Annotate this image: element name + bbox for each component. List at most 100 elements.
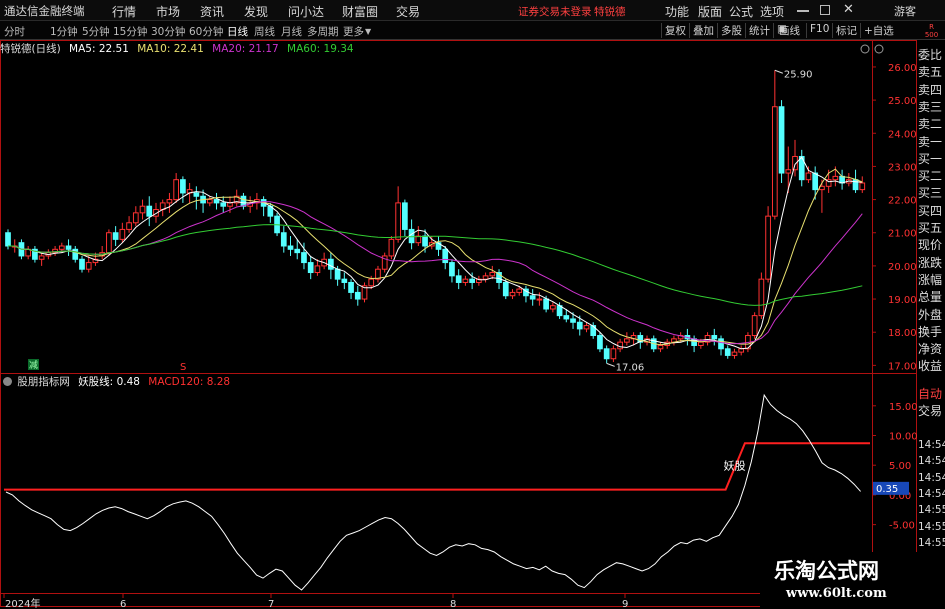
menu-item-market[interactable]: 市场 — [156, 3, 180, 20]
tab-multi-period[interactable]: 多周期 — [307, 24, 339, 39]
panel-settings-icon[interactable] — [860, 44, 870, 54]
candle-body — [449, 262, 455, 277]
menu-item-formula[interactable]: 公式 — [729, 3, 753, 20]
candle-body — [482, 275, 489, 280]
ma10-label: MA10: 22.41 — [137, 43, 204, 55]
side-field-label: 卖一 — [918, 134, 943, 149]
sub-tick-label: 10.00 — [889, 432, 918, 443]
candle-body — [697, 341, 704, 346]
side-field-label: 卖五 — [918, 65, 943, 80]
side-top-label: R — [929, 23, 934, 31]
restore-rights-button[interactable]: 复权 — [661, 23, 686, 38]
candle-body — [180, 179, 186, 194]
yaogu-annotation: 妖股 — [724, 459, 746, 473]
tick-time: 14:55 — [918, 520, 945, 533]
side-field-label: 买二 — [918, 169, 943, 184]
candle-body — [603, 348, 610, 360]
date-tick-label: 7 — [268, 599, 274, 609]
period-toolbar: 分时 1分钟 5分钟 15分钟 30分钟 60分钟 日线 周线 月线 多周期 更… — [0, 21, 945, 40]
price-tick-label: 23.00 — [888, 162, 917, 173]
candle-body — [543, 298, 549, 310]
menu-item-discover[interactable]: 发现 — [244, 3, 268, 20]
panel-close-icon[interactable] — [874, 44, 884, 54]
tab-monthly[interactable]: 月线 — [281, 24, 302, 39]
tick-time: 14:54 — [918, 471, 945, 484]
candle-body — [79, 258, 85, 270]
candle-body — [718, 338, 724, 350]
indicator-settings-icon[interactable] — [3, 377, 12, 386]
tab-more[interactable]: 更多 — [343, 24, 364, 39]
menu-bar: 通达信金融终端 行情 市场 资讯 发现 问小达 财富圈 交易 证券交易未登录 特… — [0, 0, 945, 21]
menu-item-quotes[interactable]: 行情 — [112, 3, 136, 20]
tab-5min[interactable]: 5分钟 — [82, 24, 110, 39]
overlay-button[interactable]: 叠加 — [689, 23, 714, 38]
stock-link[interactable]: 特锐德 — [594, 4, 626, 19]
sub-panel-info: 股朋指标网 妖股线: 0.48 MACD120: 8.28 — [0, 374, 235, 389]
candle-body — [758, 278, 765, 317]
candle-body — [173, 179, 180, 201]
candle-body — [58, 245, 65, 250]
candle-body — [307, 262, 314, 274]
tab-intraday[interactable]: 分时 — [4, 24, 25, 39]
candle-body — [610, 348, 617, 360]
side-field-label: 净资 — [918, 342, 943, 357]
side-field-label: 卖三 — [918, 99, 943, 114]
side-field-label: 卖四 — [918, 82, 943, 97]
menu-item-layout[interactable]: 版面 — [698, 3, 722, 20]
auto-trade-button[interactable]: 自动 — [918, 385, 945, 402]
minimize-icon[interactable] — [797, 10, 809, 12]
candle-body — [314, 265, 321, 274]
candle-body — [65, 245, 72, 250]
more-dropdown-icon[interactable]: ▼ — [365, 27, 371, 36]
candle-body — [529, 295, 536, 300]
tab-15min[interactable]: 15分钟 — [113, 24, 147, 39]
tab-1min[interactable]: 1分钟 — [50, 24, 78, 39]
candle-body — [193, 192, 200, 197]
kline-chart[interactable]: 26.00 25.00 24.00 23.00 22.00 21.00 20.00 19.00… — [0, 40, 918, 609]
candle-body — [85, 262, 92, 270]
side-top-labels: R 500 — [918, 23, 945, 39]
candle-body — [724, 348, 731, 356]
app-title: 通达信金融终端 — [4, 4, 85, 18]
ma60-line — [8, 224, 863, 306]
candle-body — [657, 344, 664, 350]
menu-item-function[interactable]: 功能 — [665, 3, 689, 20]
statistics-button[interactable]: 统计 — [745, 23, 770, 38]
candle-body — [5, 232, 11, 247]
candle-body — [785, 169, 792, 174]
restore-icon[interactable] — [820, 5, 830, 15]
draw-line-button[interactable]: 画线 — [776, 23, 800, 38]
login-notice[interactable]: 证券交易未登录 — [518, 4, 592, 19]
multi-stock-button[interactable]: 多股 — [717, 23, 742, 38]
menu-item-trade[interactable]: 交易 — [396, 3, 420, 20]
tab-daily[interactable]: 日线 — [227, 24, 248, 39]
candle-body — [166, 199, 173, 204]
tick-time: 14:54 — [918, 439, 945, 451]
menu-item-news[interactable]: 资讯 — [200, 3, 224, 20]
candle-body — [402, 202, 408, 230]
candle-body — [502, 281, 509, 297]
f10-button[interactable]: F10 — [806, 23, 829, 38]
candle-body — [751, 315, 758, 337]
trade-button[interactable]: 交易 — [918, 402, 945, 419]
candle-body — [132, 212, 139, 224]
menu-item-wealth[interactable]: 财富圈 — [342, 3, 378, 20]
close-icon[interactable]: ✕ — [843, 2, 854, 17]
tab-30min[interactable]: 30分钟 — [151, 24, 185, 39]
tab-weekly[interactable]: 周线 — [254, 24, 275, 39]
mark-button[interactable]: 标记 — [832, 23, 857, 38]
candle-body — [765, 215, 771, 280]
tab-60min[interactable]: 60分钟 — [189, 24, 223, 39]
menu-item-options[interactable]: 选项 — [760, 3, 784, 20]
price-tick-label: 24.00 — [888, 129, 917, 140]
side-field-label: 买一 — [918, 151, 943, 166]
date-tick-label: 2024年 — [5, 597, 40, 609]
add-watchlist-button[interactable]: +自选 — [860, 23, 894, 38]
guest-label[interactable]: 游客 — [894, 3, 916, 19]
candle-body — [388, 238, 395, 257]
candle-body — [711, 335, 718, 340]
candle-body — [287, 245, 294, 250]
indicator-title[interactable]: 股朋指标网 — [17, 376, 70, 388]
menu-item-ask[interactable]: 问小达 — [288, 3, 324, 20]
candle-body — [623, 338, 630, 343]
